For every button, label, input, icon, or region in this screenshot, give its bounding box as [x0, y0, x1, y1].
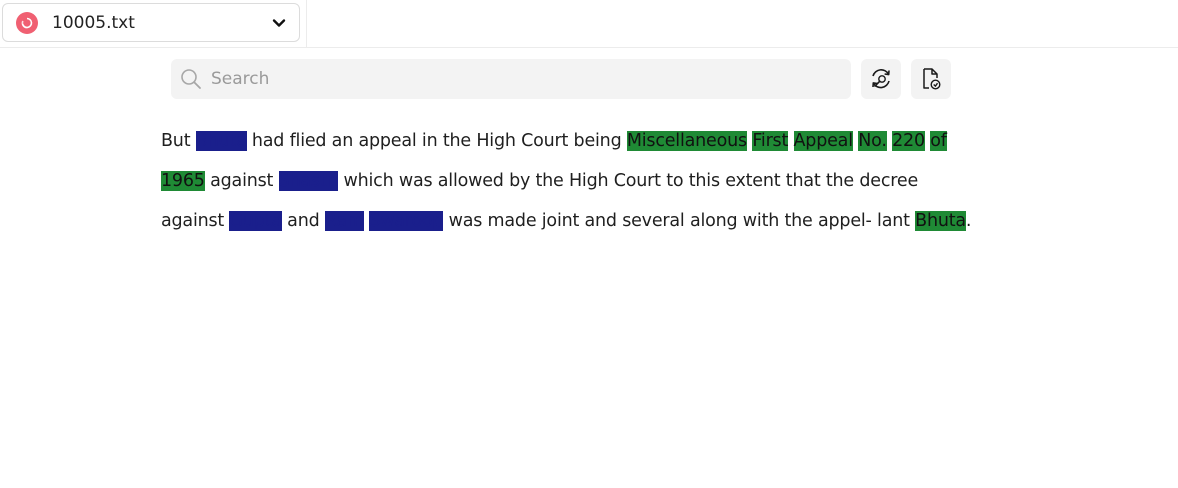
entity-highlight-person[interactable]: Ram — [324, 211, 364, 231]
entity-highlight-other[interactable]: No. — [858, 131, 887, 151]
text-segment — [788, 131, 793, 151]
document-text: But Bhuta had flied an appeal in the Hig… — [161, 121, 981, 241]
text-segment: and — [281, 211, 325, 231]
chevron-down-icon[interactable] — [271, 15, 287, 31]
entity-highlight-other[interactable]: 220 — [892, 131, 925, 151]
document-sync-icon — [923, 68, 941, 90]
text-segment: . — [965, 211, 972, 231]
text-segment: had flied an appeal in the High Court be… — [246, 131, 627, 151]
entity-highlight-other[interactable]: of — [930, 131, 947, 151]
text-segment: But — [161, 131, 196, 151]
entity-highlight-other[interactable]: First — [752, 131, 788, 151]
text-segment: against — [204, 171, 279, 191]
text-segment: was made joint and several along with th… — [443, 211, 916, 231]
entity-highlight-other[interactable]: Bhuta — [915, 211, 966, 231]
entity-highlight-other[interactable]: Appeal — [793, 131, 853, 151]
search-bar — [171, 59, 851, 99]
refresh-icon — [872, 69, 890, 89]
file-name: 10005.txt — [52, 12, 135, 33]
entity-highlight-other[interactable]: Miscellaneous — [626, 131, 747, 151]
header-divider — [306, 0, 307, 47]
entity-highlight-person[interactable]: Swaroop — [369, 211, 443, 231]
document-sync-button[interactable] — [911, 59, 951, 99]
search-input[interactable] — [211, 59, 841, 99]
entity-highlight-person[interactable]: Bhuta — [195, 131, 247, 151]
search-icon — [181, 69, 201, 89]
refresh-button[interactable] — [861, 59, 901, 99]
file-selector-dropdown[interactable]: 10005.txt — [2, 3, 300, 42]
entity-highlight-person[interactable]: Shastri — [278, 171, 338, 191]
entity-highlight-person[interactable]: Gupta — [229, 211, 282, 231]
app-logo-icon — [16, 11, 38, 34]
entity-highlight-other[interactable]: 1965 — [161, 171, 205, 191]
top-bar: 10005.txt — [0, 0, 1178, 48]
